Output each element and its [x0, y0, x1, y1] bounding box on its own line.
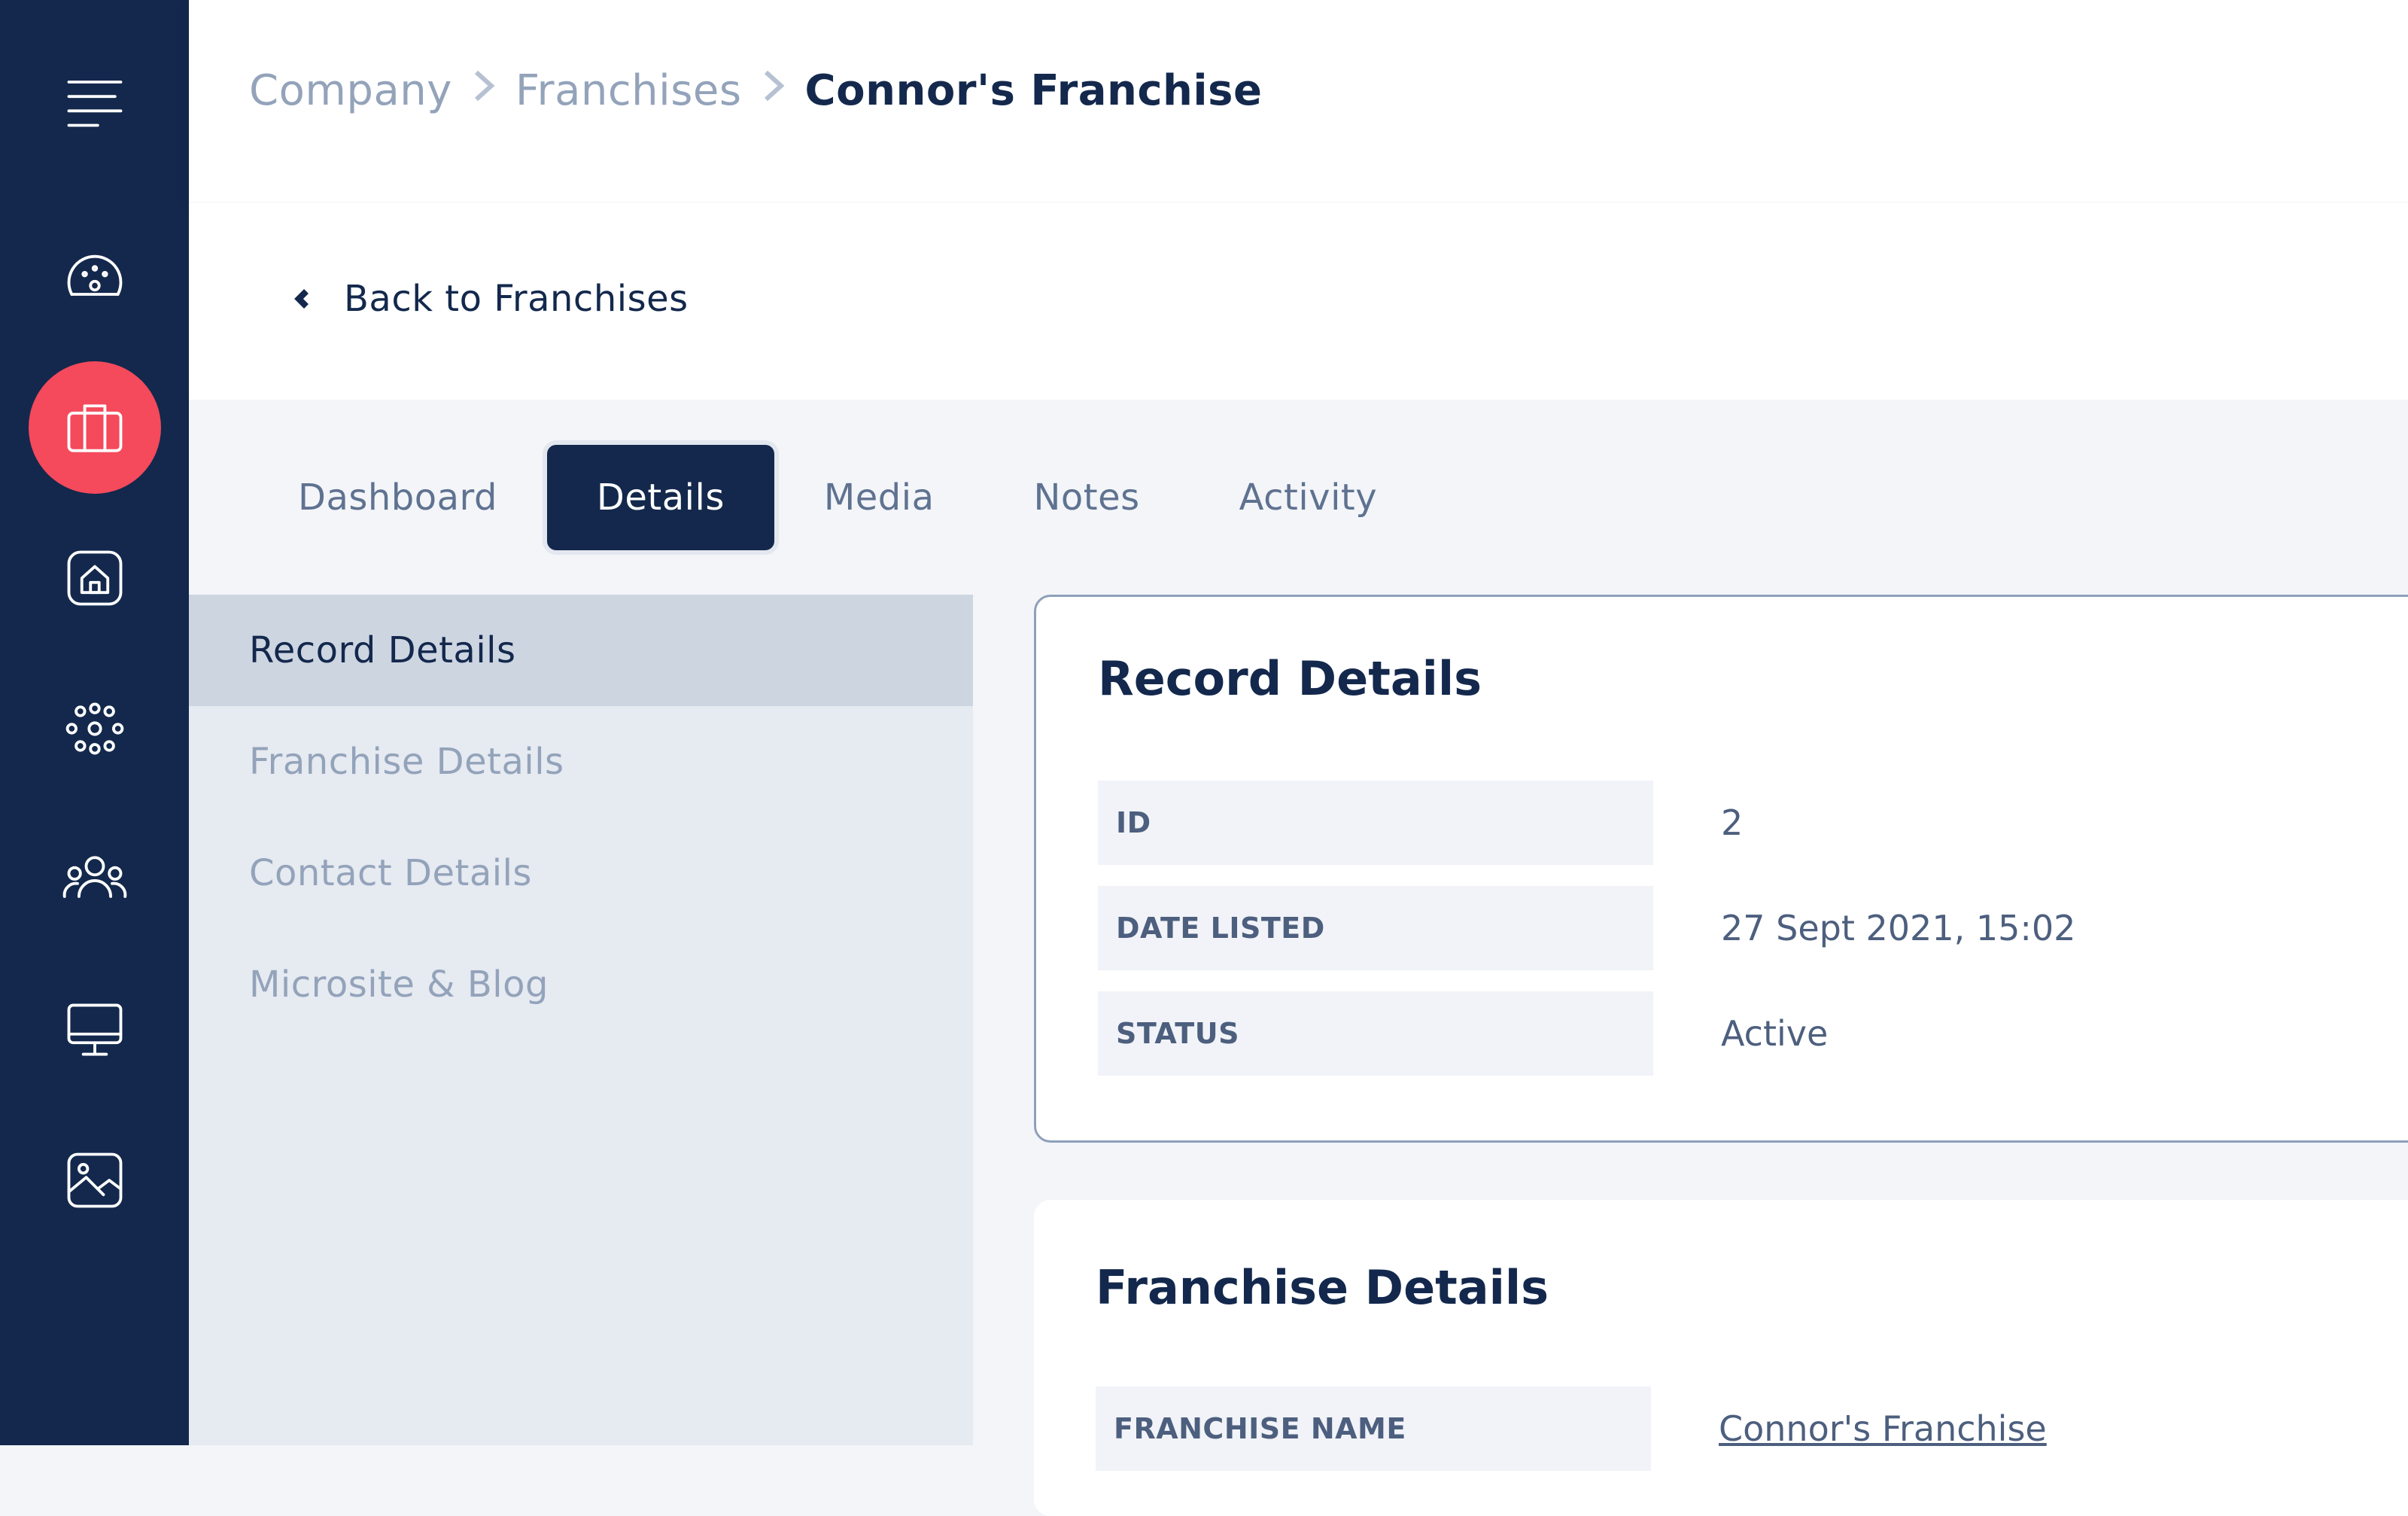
sidebar-item-dashboard[interactable]	[0, 209, 189, 345]
breadcrumb-franchises[interactable]: Franchises	[515, 66, 742, 115]
tab-activity[interactable]: Activity	[1190, 445, 1427, 550]
sidebar-item-media[interactable]	[0, 1113, 189, 1248]
top-header: Company Franchises Connor's Franchise	[189, 0, 2408, 202]
back-row: Back to Franchises	[189, 202, 2408, 400]
tab-dashboard[interactable]: Dashboard	[248, 445, 547, 550]
record-row-date-listed: DATE LISTED 27 Sept 2021, 15:02	[1098, 886, 2408, 970]
record-details-title: Record Details	[1098, 651, 1482, 706]
tab-notes[interactable]: Notes	[984, 445, 1190, 550]
tab-details[interactable]: Details	[546, 445, 774, 550]
row-label: FRANCHISE NAME	[1096, 1387, 1651, 1471]
tab-bar: Dashboard Details Media Notes Activity	[248, 443, 1427, 553]
row-value: 2	[1721, 802, 1744, 843]
franchise-details-card: Franchise Details FRANCHISE NAME Connor'…	[1034, 1200, 2408, 1516]
breadcrumb-company[interactable]: Company	[249, 66, 452, 115]
breadcrumb: Company Franchises Connor's Franchise	[249, 66, 1262, 115]
record-details-card: Record Details ID 2 DATE LISTED 27 Sept …	[1034, 595, 2408, 1143]
details-subnav: Record Details Franchise Details Contact…	[189, 595, 973, 1445]
sidebar-item-franchises[interactable]	[0, 360, 189, 495]
home-icon	[67, 550, 122, 606]
chevron-left-icon	[294, 289, 309, 309]
record-row-status: STATUS Active	[1098, 991, 2408, 1076]
briefcase-icon	[67, 404, 122, 452]
sidebar-item-website[interactable]	[0, 962, 189, 1097]
back-link-label: Back to Franchises	[344, 278, 689, 320]
subnav-microsite-blog[interactable]: Microsite & Blog	[189, 929, 973, 1040]
monitor-icon	[67, 1003, 122, 1056]
sidebar-item-properties[interactable]	[0, 510, 189, 646]
sidebar	[0, 0, 189, 1445]
row-value: Active	[1721, 1013, 1829, 1054]
sidebar-item-users[interactable]	[0, 811, 189, 947]
subnav-franchise-details[interactable]: Franchise Details	[189, 706, 973, 817]
row-label: DATE LISTED	[1098, 886, 1653, 970]
image-icon	[67, 1152, 122, 1208]
franchise-name-link[interactable]: Connor's Franchise	[1719, 1408, 2047, 1449]
network-icon	[65, 702, 123, 755]
breadcrumb-current: Connor's Franchise	[804, 66, 1263, 115]
back-to-franchises-link[interactable]: Back to Franchises	[294, 278, 689, 320]
subnav-record-details[interactable]: Record Details	[189, 595, 973, 706]
row-label: STATUS	[1098, 991, 1653, 1076]
record-row-id: ID 2	[1098, 781, 2408, 865]
menu-button[interactable]	[0, 32, 189, 167]
chevron-right-icon	[762, 66, 786, 115]
subnav-contact-details[interactable]: Contact Details	[189, 817, 973, 929]
menu-icon	[67, 81, 122, 127]
franchise-row-name: FRANCHISE NAME Connor's Franchise	[1096, 1387, 2408, 1471]
sidebar-item-network[interactable]	[0, 661, 189, 796]
chevron-right-icon	[472, 66, 496, 115]
franchise-details-title: Franchise Details	[1096, 1260, 1549, 1315]
row-value: 27 Sept 2021, 15:02	[1721, 908, 2076, 948]
row-label: ID	[1098, 781, 1653, 865]
tab-media[interactable]: Media	[774, 445, 984, 550]
dashboard-gauge-icon	[67, 254, 122, 296]
users-icon	[62, 856, 126, 898]
